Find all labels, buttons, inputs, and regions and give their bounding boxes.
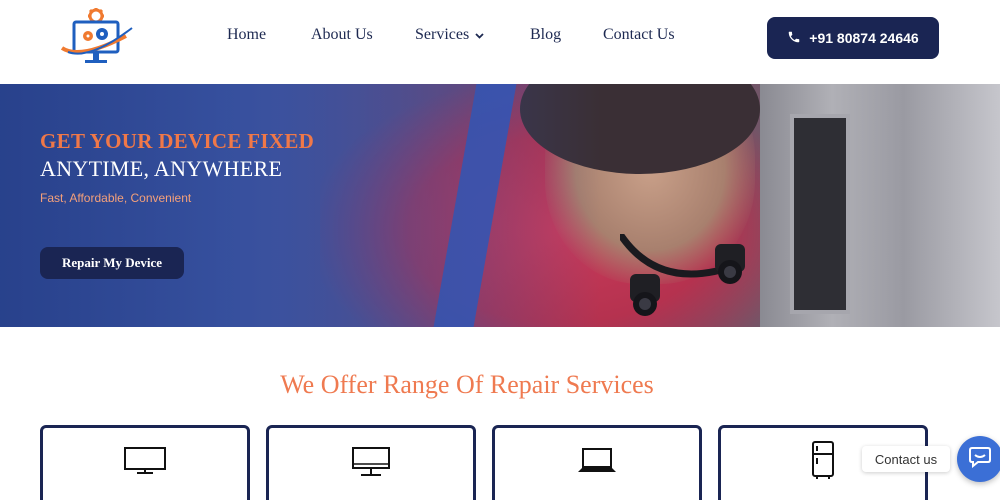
phone-call-button[interactable]: +91 80874 24646 [767, 17, 939, 59]
service-card-tv[interactable] [40, 425, 250, 500]
nav-about-us[interactable]: About Us [311, 26, 373, 44]
phone-number-label: +91 80874 24646 [809, 30, 919, 46]
contact-us-label[interactable]: Contact us [862, 446, 950, 472]
hero-title-line2: ANYTIME, ANYWHERE [40, 156, 283, 181]
hero-banner: GET YOUR DEVICE FIXED ANYTIME, ANYWHERE … [0, 84, 1000, 327]
tv-icon [123, 446, 167, 481]
service-card-monitor[interactable] [266, 425, 476, 500]
hero-image-panel [790, 114, 850, 314]
magnifier-goggles-icon [617, 232, 770, 327]
refrigerator-icon [811, 440, 835, 485]
chevron-down-icon [475, 26, 484, 44]
chat-widget-button[interactable] [957, 436, 1000, 482]
nav-blog[interactable]: Blog [530, 26, 561, 44]
repair-my-device-button[interactable]: Repair My Device [40, 247, 184, 279]
service-card-laptop[interactable] [492, 425, 702, 500]
monitor-icon [351, 446, 391, 483]
nav-home[interactable]: Home [227, 26, 266, 44]
hero-gradient-overlay [0, 84, 600, 327]
site-header: Home About Us Services Blog Contact Us +… [0, 0, 1000, 84]
phone-icon [787, 30, 809, 47]
services-section-title: We Offer Range Of Repair Services [280, 370, 654, 399]
nav-contact-us[interactable]: Contact Us [603, 26, 675, 44]
chat-icon [968, 446, 992, 473]
hero-subtitle: Fast, Affordable, Convenient [40, 191, 192, 205]
laptop-icon [577, 446, 617, 481]
nav-services-label: Services [415, 26, 470, 43]
nav-services[interactable]: Services [415, 26, 484, 44]
hero-title-line1: GET YOUR DEVICE FIXED [40, 129, 315, 153]
